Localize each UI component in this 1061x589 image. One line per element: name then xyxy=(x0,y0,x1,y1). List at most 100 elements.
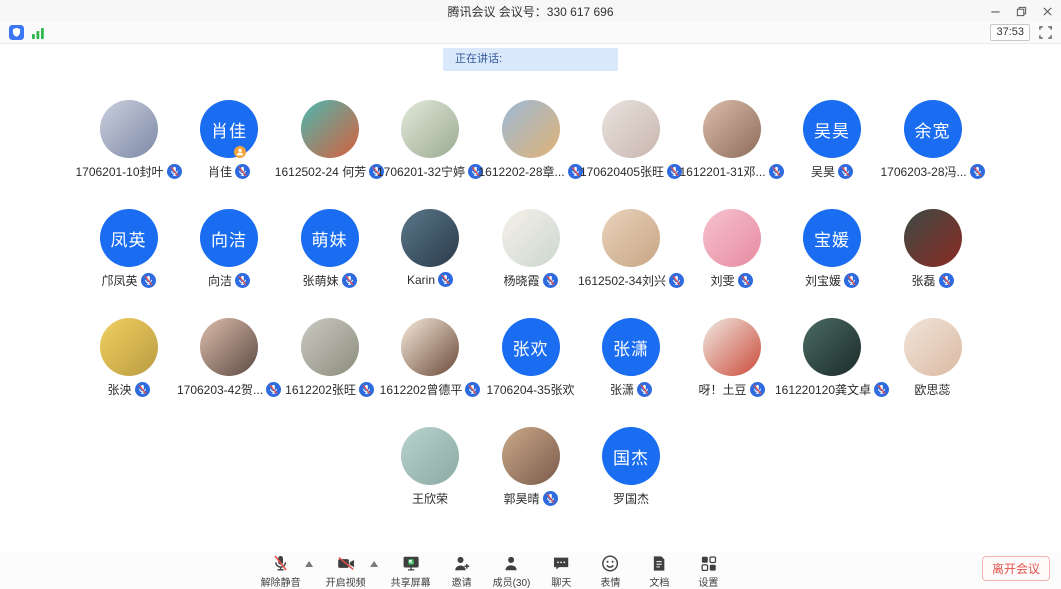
network-signal-icon[interactable] xyxy=(31,27,45,39)
fullscreen-icon[interactable] xyxy=(1039,26,1052,39)
participant-tile[interactable]: 余宽1706203-28冯... xyxy=(882,100,983,180)
titlebar: 腾讯会议 会议号：330 617 696 xyxy=(0,0,1061,22)
participant-tile[interactable]: 1612502-24 何芳 xyxy=(279,100,380,180)
toolbar-label: 设置 xyxy=(698,574,718,589)
participant-tile[interactable]: 肖佳肖佳 xyxy=(179,100,280,180)
participant-name-text: 1612502-34刘兴 xyxy=(578,272,666,289)
participant-tile[interactable]: 张欢1706204-35张欢 xyxy=(480,318,581,398)
participant-tile[interactable]: 刘雯 xyxy=(681,209,782,289)
participant-avatar xyxy=(401,318,459,376)
participant-name: 呀！土豆 xyxy=(698,381,764,398)
participant-name: 1706203-42贺... xyxy=(177,381,281,398)
participant-tile[interactable]: 宝媛刘宝媛 xyxy=(782,209,883,289)
close-icon[interactable] xyxy=(1042,6,1053,17)
participant-avatar xyxy=(100,318,158,376)
participant-avatar: 向洁 xyxy=(200,209,258,267)
participant-tile[interactable]: 1612202-28章... xyxy=(480,100,581,180)
participant-name-text: 肖佳 xyxy=(208,163,232,180)
restore-icon[interactable] xyxy=(1016,6,1027,17)
participant-avatar xyxy=(803,318,861,376)
participant-tile[interactable]: 张磊 xyxy=(882,209,983,289)
participant-avatar xyxy=(100,100,158,158)
participant-tile[interactable]: 1612202张旺 xyxy=(279,318,380,398)
toolbar-group: 开启视频 xyxy=(326,553,378,589)
security-shield-icon[interactable] xyxy=(9,25,24,40)
toolbar-docs-button[interactable]: 文档 xyxy=(641,553,677,589)
window-title: 腾讯会议 会议号：330 617 696 xyxy=(447,3,613,20)
participant-tile[interactable]: 萌妹张萌妹 xyxy=(279,209,380,289)
participant-avatar: 吴昊 xyxy=(803,100,861,158)
participant-tile[interactable]: 张泱 xyxy=(78,318,179,398)
participant-tile[interactable]: 吴昊吴昊 xyxy=(782,100,883,180)
participant-tile[interactable]: 170620405张旺 xyxy=(581,100,682,180)
participant-tile[interactable]: 1612202曾德平 xyxy=(380,318,481,398)
doc-icon xyxy=(650,553,668,573)
participant-tile[interactable]: 161220120龚文卓 xyxy=(782,318,883,398)
participant-tile[interactable]: 张潇张潇 xyxy=(581,318,682,398)
participant-avatar xyxy=(703,318,761,376)
participant-name-text: 1612202-28章... xyxy=(478,163,564,180)
toolbar-label: 邀请 xyxy=(452,574,472,589)
mic-muted-icon xyxy=(271,553,290,573)
toolbar-share-screen-button[interactable]: 共享屏幕 xyxy=(391,553,431,589)
caret-up-icon[interactable] xyxy=(370,561,378,567)
participant-avatar xyxy=(602,209,660,267)
toolbar-label: 成员(30) xyxy=(493,574,531,589)
leave-meeting-button[interactable]: 离开会议 xyxy=(982,556,1050,581)
participant-avatar xyxy=(703,209,761,267)
participant-name: 张磊 xyxy=(911,272,953,289)
toolbar-group: 设置 xyxy=(690,553,726,589)
mic-muted-badge-icon xyxy=(970,164,985,179)
meeting-window: 腾讯会议 会议号：330 617 696 37:53 正在讲话: 1706201… xyxy=(0,0,1061,589)
participant-name: 张泱 xyxy=(107,381,149,398)
participant-tile[interactable]: 郭昊晴 xyxy=(480,427,581,507)
mic-muted-badge-icon xyxy=(543,273,558,288)
participant-name-text: 1612502-24 何芳 xyxy=(275,163,366,180)
toolbar-group: 共享屏幕 xyxy=(391,553,431,589)
toolbar-invite-button[interactable]: 邀请 xyxy=(444,553,480,589)
caret-up-icon[interactable] xyxy=(305,561,313,567)
statusbar: 37:53 xyxy=(0,22,1061,44)
participant-name-text: 刘宝媛 xyxy=(805,272,841,289)
mic-muted-badge-icon xyxy=(637,382,652,397)
participant-avatar xyxy=(401,209,459,267)
participant-tile[interactable]: 呀！土豆 xyxy=(681,318,782,398)
statusbar-right: 37:53 xyxy=(990,24,1052,41)
toolbar-emoji-button[interactable]: 表情 xyxy=(592,553,628,589)
participant-tile[interactable]: 凤英邝凤英 xyxy=(78,209,179,289)
toolbar-start-video-button[interactable]: 开启视频 xyxy=(326,553,366,589)
participant-tile[interactable]: 欧思蕊 xyxy=(882,318,983,398)
participant-name-text: 161220120龚文卓 xyxy=(775,381,871,398)
participant-tile[interactable]: Karin xyxy=(380,209,481,289)
toolbar-members-button[interactable]: 成员(30) xyxy=(493,553,531,589)
minimize-icon[interactable] xyxy=(990,6,1001,17)
participant-name-text: 张萌妹 xyxy=(302,272,338,289)
toolbar-label: 开启视频 xyxy=(326,574,366,589)
participant-tile[interactable]: 向洁向洁 xyxy=(179,209,280,289)
participant-name-text: 1706201-10封叶 xyxy=(75,163,163,180)
participant-name-text: 吴昊 xyxy=(811,163,835,180)
participant-name-text: Karin xyxy=(407,273,435,287)
participant-tile[interactable]: 1706201-32宁婷 xyxy=(380,100,481,180)
participant-tile[interactable]: 1612201-31邓... xyxy=(681,100,782,180)
participant-tile[interactable]: 1706203-42贺... xyxy=(179,318,280,398)
participant-name: 张萌妹 xyxy=(302,272,356,289)
participant-name: 刘雯 xyxy=(710,272,752,289)
mic-muted-badge-icon xyxy=(543,491,558,506)
participant-tile[interactable]: 1706201-10封叶 xyxy=(78,100,179,180)
toolbar-settings-button[interactable]: 设置 xyxy=(690,553,726,589)
toolbar-group: 成员(30) xyxy=(493,553,531,589)
participant-name-text: 1706204-35张欢 xyxy=(486,381,574,398)
screen-share-icon xyxy=(401,553,421,573)
window-controls xyxy=(990,0,1053,22)
participant-tile[interactable]: 1612502-34刘兴 xyxy=(581,209,682,289)
toolbar-unmute-button[interactable]: 解除静音 xyxy=(261,553,301,589)
toolbar-chat-button[interactable]: 聊天 xyxy=(543,553,579,589)
participant-tile[interactable]: 杨晓霞 xyxy=(480,209,581,289)
participant-name: 王欣荣 xyxy=(412,490,448,507)
participant-tile[interactable]: 王欣荣 xyxy=(380,427,481,507)
participant-avatar xyxy=(200,318,258,376)
participant-name: 1612202曾德平 xyxy=(380,381,481,398)
participant-name-text: 向洁 xyxy=(208,272,232,289)
participant-tile[interactable]: 国杰罗国杰 xyxy=(581,427,682,507)
